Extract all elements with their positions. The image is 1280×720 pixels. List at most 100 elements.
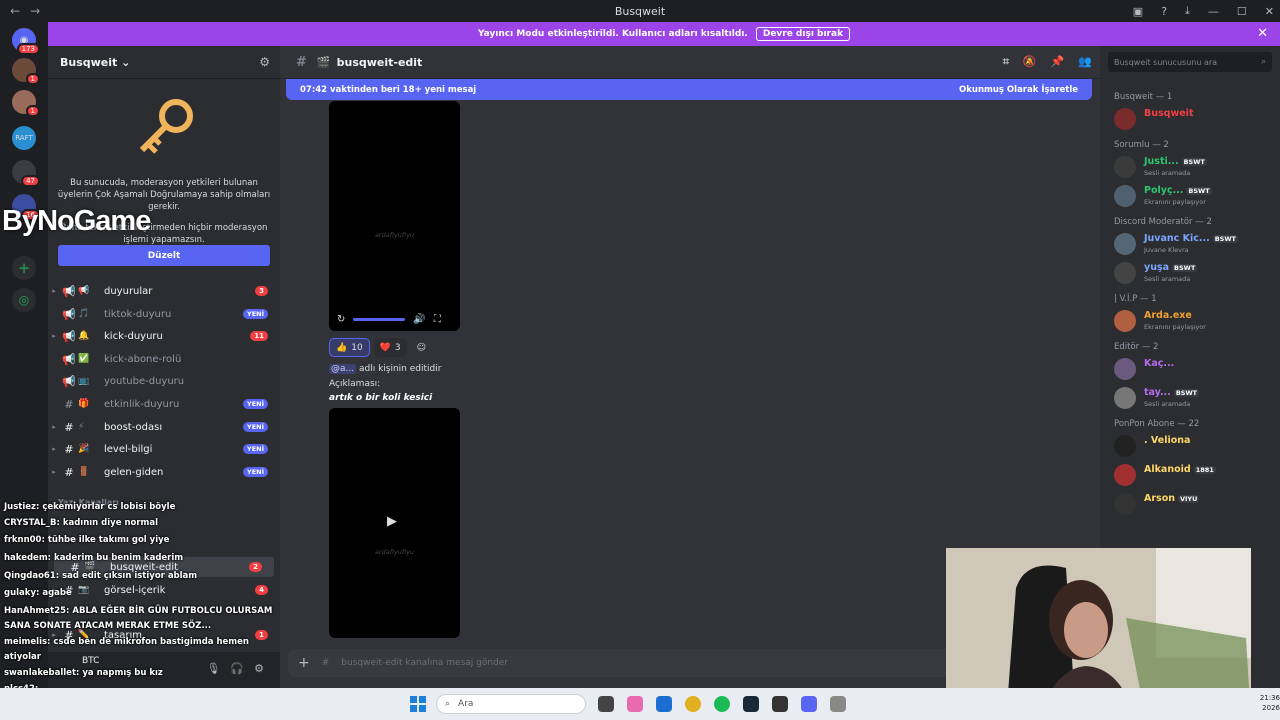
- member-item[interactable]: Alkanoid 1881: [1114, 462, 1274, 488]
- notifications-icon[interactable]: 🔕: [1023, 55, 1037, 69]
- chat-line: SANA SONATE ATACAM MERAK ETME SÖZ...: [4, 621, 212, 631]
- fullscreen-icon[interactable]: ⛶: [434, 314, 441, 325]
- pin-icon[interactable]: 📌: [1051, 55, 1065, 69]
- minimize-icon[interactable]: —: [1208, 5, 1219, 18]
- channel-gorsel-icerik[interactable]: ▸ # 📷 görsel-içerik 4: [48, 580, 280, 600]
- video-embed[interactable]: ▶ ardafiyufiyu: [329, 408, 460, 638]
- member-item[interactable]: yuşa BSWT Sesli aramada: [1114, 260, 1274, 286]
- chat-line: swanlakeballet: ya napmış bu kız: [4, 668, 163, 678]
- taskbar-search[interactable]: ⌕ Ara: [436, 694, 586, 714]
- member-item[interactable]: Kaç...: [1114, 356, 1274, 382]
- close-banner-icon[interactable]: ✕: [1257, 26, 1268, 41]
- chrome-icon[interactable]: [685, 696, 701, 712]
- volume-slider[interactable]: [353, 317, 406, 321]
- window-title: Busqweit: [614, 4, 666, 18]
- member-status: Ekranını paylaşıyor: [1144, 323, 1206, 331]
- new-messages-bar[interactable]: 07:42 vaktinden beri 18+ yeni mesaj Okun…: [286, 79, 1092, 100]
- play-icon[interactable]: ▶: [387, 514, 397, 529]
- channel-item[interactable]: 📢 ✅ kick-abone-rolü: [48, 349, 280, 369]
- banner-text: Yayıncı Modu etkinleştirildi. Kullanıcı …: [477, 29, 748, 39]
- replay-icon[interactable]: ↻: [337, 314, 345, 325]
- app-icon[interactable]: [772, 696, 788, 712]
- search-icon: ⌕: [445, 699, 451, 709]
- member-item[interactable]: Arson VIYU: [1114, 491, 1274, 517]
- file-explorer-icon[interactable]: [598, 696, 614, 712]
- server-icon[interactable]: 47: [12, 160, 40, 187]
- composer-input[interactable]: busqweit-edit kanalına mesaj gönder: [341, 658, 508, 668]
- members-icon[interactable]: 👥: [1078, 55, 1092, 69]
- search-input[interactable]: Busqweit sunucusunu ara ⌕: [1108, 52, 1272, 72]
- video-embed[interactable]: ardafiyufiyu ↻ 🔊 ⛶: [329, 101, 460, 331]
- settings-icon[interactable]: ⚙: [254, 662, 264, 675]
- attach-icon[interactable]: +: [298, 655, 310, 671]
- threads-icon[interactable]: ⌗: [1003, 55, 1009, 69]
- member-item[interactable]: Arda.exe Ekranını paylaşıyor: [1114, 308, 1274, 334]
- spotify-icon[interactable]: [714, 696, 730, 712]
- explore-icon[interactable]: ◎: [12, 288, 36, 312]
- server-icon[interactable]: 1: [12, 90, 40, 117]
- user-mention[interactable]: @a...: [329, 364, 357, 374]
- channel-item[interactable]: ▸ 📢 🔔 kick-duyuru 11: [48, 326, 280, 346]
- channel-badge: YENİ: [242, 422, 268, 432]
- server-header[interactable]: Busqweit ⌄ ⚙: [48, 46, 280, 79]
- channel-name: gelen-giden: [104, 466, 164, 478]
- server-icon[interactable]: 1: [12, 58, 40, 85]
- download-icon[interactable]: ⤓: [1185, 4, 1190, 18]
- avatar: [1114, 435, 1136, 457]
- volume-icon[interactable]: 🔊: [413, 314, 425, 325]
- member-item[interactable]: Juvanc Kic... BSWT Juvane Klevra: [1114, 231, 1274, 257]
- role-header: Sorumlu — 2: [1114, 140, 1169, 150]
- add-reaction-icon[interactable]: ☺: [411, 338, 432, 357]
- member-name: Justi... BSWT: [1144, 156, 1207, 167]
- add-server-icon[interactable]: +: [12, 256, 36, 280]
- windows-start-icon[interactable]: [410, 696, 426, 712]
- channel-sidebar: Busqweit ⌄ ⚙ Bu sunucuda, moderasyon yet…: [48, 46, 280, 688]
- channel-emoji: 🎵: [78, 309, 90, 319]
- mark-read-button[interactable]: Okunmuş Olarak İşaretle: [959, 85, 1078, 95]
- expand-icon: ▸: [52, 468, 56, 476]
- member-item[interactable]: Polyç... BSWT Ekranını paylaşıyor: [1114, 183, 1274, 209]
- forward-icon[interactable]: →: [30, 4, 40, 18]
- member-name-text: Busqweit: [1144, 108, 1194, 119]
- member-name: Arson VIYU: [1144, 493, 1200, 504]
- server-icon[interactable]: RAFT: [12, 126, 36, 150]
- help-icon[interactable]: ?: [1161, 5, 1167, 18]
- disable-streamer-mode-button[interactable]: Devre dışı bırak: [755, 27, 851, 41]
- channel-item[interactable]: ▸ # ⚡ boost-odası YENİ: [48, 417, 280, 437]
- reaction-heart[interactable]: ❤️ 3: [373, 338, 407, 357]
- hash-icon: #: [64, 442, 74, 456]
- member-tag: BSWT: [1172, 264, 1198, 272]
- headphones-icon[interactable]: 🎧: [230, 662, 244, 675]
- role-header: Editör — 2: [1114, 342, 1159, 352]
- reaction-thumbs-up[interactable]: 👍 10: [329, 338, 370, 357]
- member-item[interactable]: . Veliona: [1114, 433, 1274, 459]
- channel-item[interactable]: ▸ 📢 📢 duyurular 3: [48, 281, 280, 301]
- key-icon: [139, 99, 193, 154]
- member-item[interactable]: Justi... BSWT Sesli aramada: [1114, 154, 1274, 180]
- maximize-icon[interactable]: ☐: [1237, 5, 1247, 18]
- copilot-icon[interactable]: [627, 696, 643, 712]
- title-bar: ← → Busqweit ▣ ? ⤓ — ☐ ✕: [0, 0, 1280, 22]
- channel-item[interactable]: ▸ # 🚪 gelen-giden YENİ: [48, 462, 280, 482]
- home-icon[interactable]: ◉ 173: [12, 28, 40, 55]
- back-icon[interactable]: ←: [10, 4, 20, 18]
- channel-item[interactable]: ▸ # 🎉 level-bilgi YENİ: [48, 439, 280, 459]
- microphone-icon[interactable]: 🎙: [206, 662, 220, 675]
- store-icon[interactable]: [656, 696, 672, 712]
- steam-icon[interactable]: [743, 696, 759, 712]
- channel-item[interactable]: 📢 📺 youtube-duyuru: [48, 371, 280, 391]
- channel-item[interactable]: 📢 🎵 tiktok-duyuru YENİ: [48, 304, 280, 324]
- channel-item[interactable]: # 🎁 etkinlik-duyuru YENİ: [48, 394, 280, 414]
- inbox-icon[interactable]: ▣: [1133, 5, 1143, 18]
- discord-icon[interactable]: [801, 696, 817, 712]
- settings-app-icon[interactable]: [830, 696, 846, 712]
- member-item[interactable]: tay... BSWT Sesli aramada: [1114, 385, 1274, 411]
- fix-button[interactable]: Düzelt: [58, 245, 270, 266]
- chat-line: hakedem: kaderim bu benim kaderim: [4, 553, 184, 563]
- channel-emoji: ⚡: [78, 422, 85, 432]
- hash-icon: #: [64, 465, 74, 479]
- member-item[interactable]: Busqweit: [1114, 106, 1274, 132]
- close-window-icon[interactable]: ✕: [1265, 5, 1274, 18]
- avatar: [1114, 358, 1136, 380]
- invite-icon[interactable]: ⚙: [259, 55, 270, 69]
